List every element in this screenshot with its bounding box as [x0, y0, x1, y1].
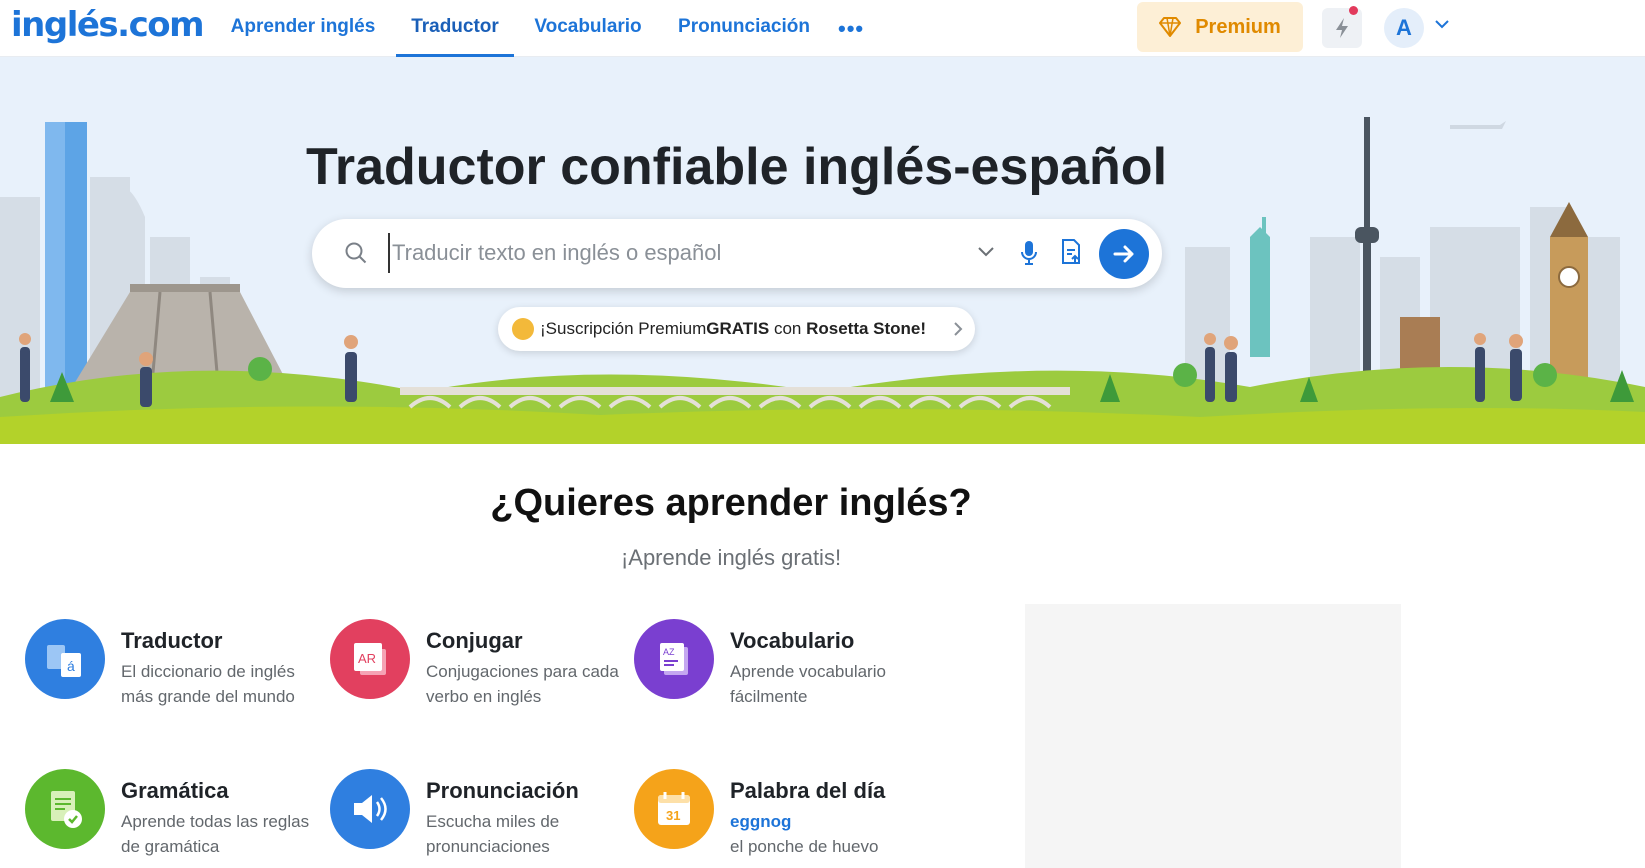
card-vocabulario[interactable]: AZ Vocabulario Aprende vocabulario fácil…: [634, 619, 924, 709]
card-description: Aprende vocabulario fácilmente: [730, 662, 886, 706]
nav-pronunciacion[interactable]: Pronunciación: [672, 0, 816, 57]
premium-button[interactable]: Premium: [1137, 2, 1303, 52]
chevron-down-icon[interactable]: [1434, 18, 1450, 30]
card-description: eggnog el ponche de huevo: [730, 809, 930, 859]
translate-icon: á: [25, 619, 105, 699]
card-title: Vocabulario: [730, 628, 855, 653]
card-title: Pronunciación: [426, 778, 579, 803]
card-title: Traductor: [121, 628, 223, 653]
more-menu-icon[interactable]: •••: [838, 16, 864, 42]
hero-banner: Traductor confiable inglés-español ¡Susc…: [0, 57, 1645, 444]
promo-text-pre: ¡Suscripción Premium: [540, 319, 707, 338]
svg-text:á: á: [67, 658, 75, 674]
pronunciation-icon: [330, 769, 410, 849]
calendar-day: 31: [666, 808, 680, 823]
word-translation: el ponche de huevo: [730, 837, 879, 856]
diamond-icon: [1159, 17, 1182, 37]
nav-vocabulario[interactable]: Vocabulario: [530, 0, 646, 57]
notifications-button[interactable]: [1322, 6, 1362, 48]
card-description: Escucha miles de pronunciaciones: [426, 812, 560, 856]
nav-traductor[interactable]: Traductor: [396, 0, 514, 57]
learn-section-subtitle: ¡Aprende inglés gratis!: [620, 545, 842, 570]
search-icon: [345, 242, 367, 264]
user-avatar[interactable]: A: [1384, 8, 1424, 48]
card-title: Conjugar: [426, 628, 523, 653]
grammar-icon: [25, 769, 105, 849]
vocabulary-icon: AZ: [634, 619, 714, 699]
promo-text-brand: Rosetta Stone!: [806, 319, 927, 338]
top-navigation-bar: inglés.com Aprender inglés Traductor Voc…: [0, 0, 1645, 57]
card-pronunciacion[interactable]: Pronunciación Escucha miles de pronuncia…: [330, 769, 620, 859]
conjugate-icon: AR: [330, 619, 410, 699]
money-face-icon: [512, 318, 534, 340]
card-conjugar[interactable]: AR Conjugar Conjugaciones para cada verb…: [330, 619, 620, 709]
card-gramatica[interactable]: Gramática Aprende todas las reglas de gr…: [25, 769, 315, 859]
translate-submit-button[interactable]: [1099, 229, 1149, 279]
hero-title: Traductor confiable inglés-español: [305, 138, 1168, 196]
microphone-icon[interactable]: [1020, 240, 1038, 266]
translator-search-box: [312, 219, 1162, 288]
notification-dot: [1349, 6, 1358, 15]
chevron-right-icon: [954, 322, 963, 336]
rosetta-stone-promo[interactable]: ¡Suscripción Premium GRATIS con Rosetta …: [498, 307, 975, 351]
card-title: Palabra del día: [730, 778, 886, 803]
promo-text-free: GRATIS: [706, 319, 770, 338]
card-title: Gramática: [121, 778, 229, 803]
word-of-the-day[interactable]: eggnog: [730, 809, 930, 834]
learn-section-title: ¿Quieres aprender inglés?: [490, 482, 972, 524]
svg-text:AZ: AZ: [663, 647, 675, 657]
site-logo[interactable]: inglés.com: [11, 5, 205, 45]
card-description: Conjugaciones para cada verbo en inglés: [426, 662, 619, 706]
card-description: El diccionario de inglés más grande del …: [121, 662, 295, 706]
language-chevron-down-icon[interactable]: [976, 245, 996, 259]
advertisement-placeholder: [1025, 604, 1401, 868]
calendar-icon: 31: [634, 769, 714, 849]
translate-input[interactable]: [388, 233, 948, 273]
card-palabra-del-dia[interactable]: 31 Palabra del día eggnog el ponche de h…: [634, 769, 924, 859]
lightning-icon: [1336, 18, 1348, 38]
promo-text-mid: con: [769, 319, 807, 338]
card-traductor[interactable]: á Traductor El diccionario de inglés más…: [25, 619, 315, 709]
svg-text:AR: AR: [358, 651, 376, 666]
nav-aprender-ingles[interactable]: Aprender inglés: [226, 0, 380, 57]
card-description: Aprende todas las reglas de gramática: [121, 812, 310, 856]
document-upload-icon[interactable]: [1060, 239, 1082, 265]
arrow-right-icon: [1113, 245, 1134, 263]
premium-label: Premium: [1195, 15, 1281, 38]
